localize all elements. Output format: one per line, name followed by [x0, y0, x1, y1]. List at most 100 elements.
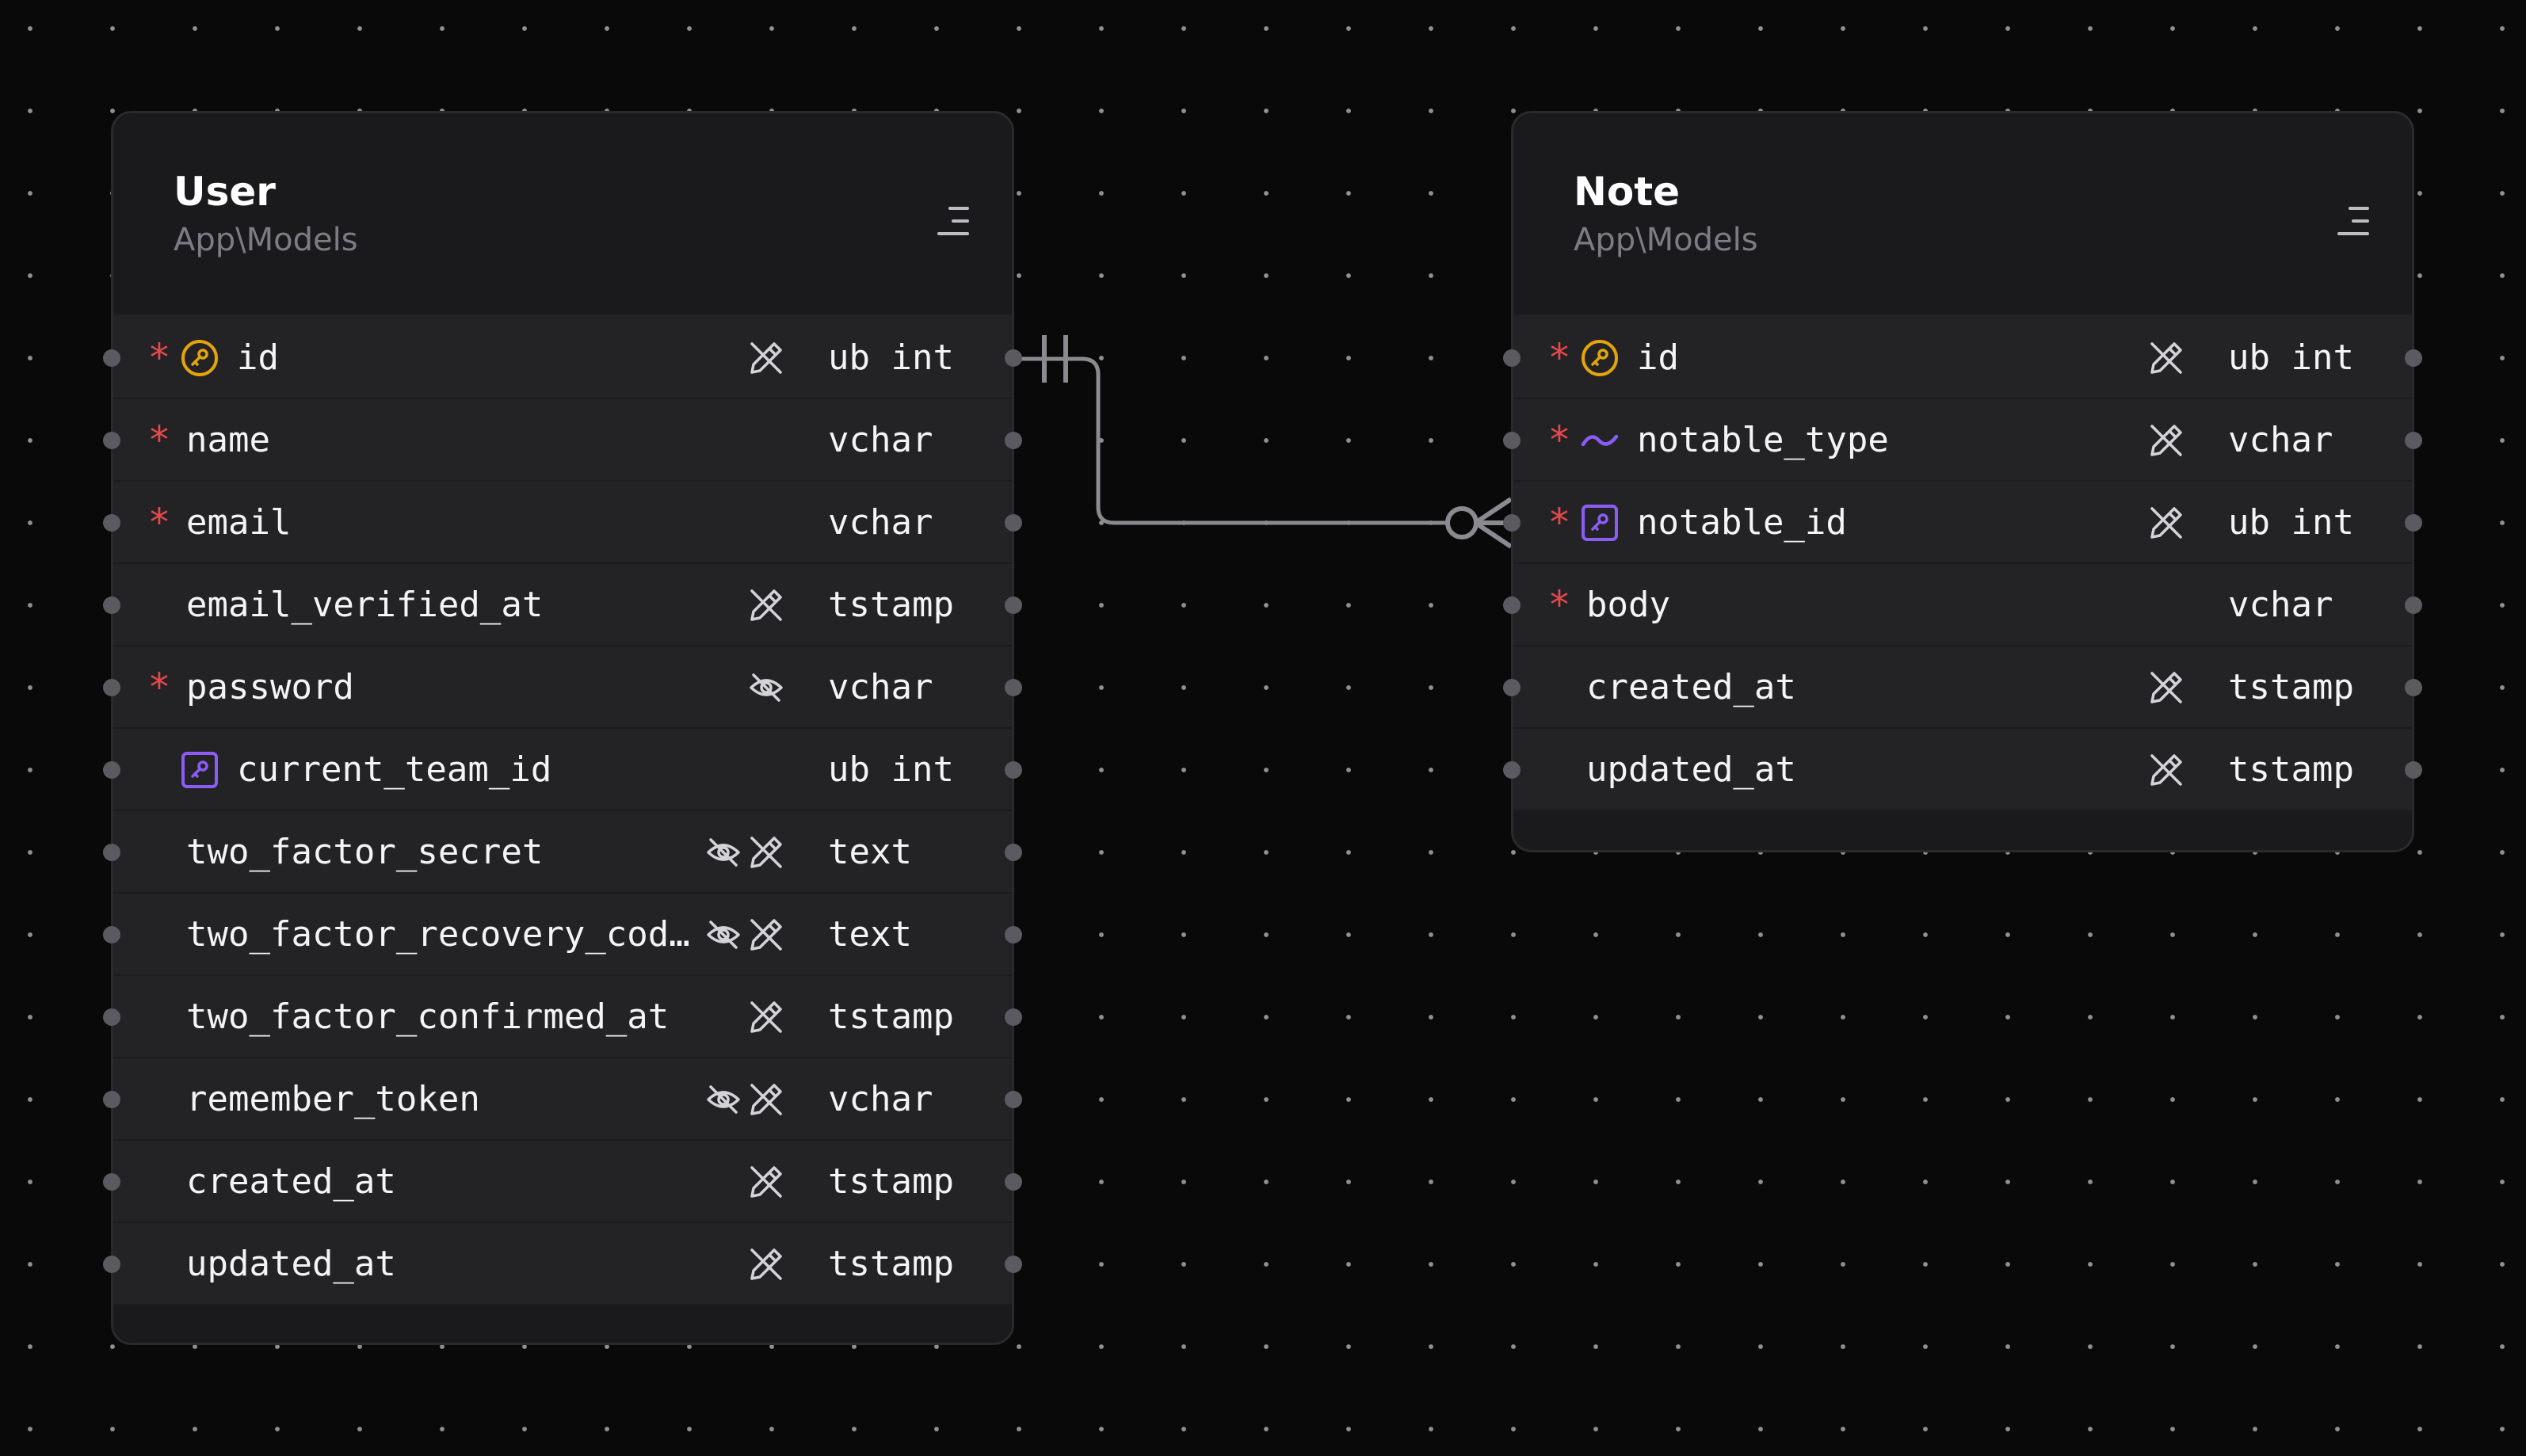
model-header[interactable]: User App\Models — [113, 113, 1012, 317]
field-flags — [747, 586, 785, 624]
connection-handle-right[interactable] — [1005, 432, 1022, 449]
field-name: name — [186, 420, 270, 460]
field-name: updated_at — [186, 1244, 396, 1284]
connection-handle-right[interactable] — [1005, 1256, 1022, 1273]
field-flags — [704, 1081, 785, 1119]
connection-handle-left[interactable] — [103, 844, 120, 861]
field-name: created_at — [186, 1161, 396, 1202]
field-type: tstamp — [828, 1161, 954, 1202]
connection-handle-left[interactable] — [1503, 761, 1521, 779]
field-flags — [2147, 421, 2185, 459]
connection-handle-left[interactable] — [103, 926, 120, 943]
connection-handle-left[interactable] — [103, 761, 120, 779]
field-flags — [2147, 669, 2185, 707]
pencil-off-icon — [747, 586, 785, 624]
connection-handle-right[interactable] — [2405, 761, 2422, 779]
model-namespace: App\Models — [174, 222, 358, 258]
field-row-password[interactable]: * password vchar — [103, 646, 1022, 729]
connection-handle-left[interactable] — [103, 514, 120, 532]
field-flags — [704, 916, 785, 954]
eye-off-icon — [704, 1081, 742, 1119]
model-name: Note — [1574, 169, 1681, 215]
field-name: body — [1586, 585, 1670, 625]
connection-handle-left[interactable] — [1503, 349, 1521, 367]
field-type: tstamp — [828, 997, 954, 1037]
connection-handle-left[interactable] — [103, 1008, 120, 1026]
field-row-created-at[interactable]: created_at tstamp — [103, 1141, 1022, 1223]
connection-handle-right[interactable] — [1005, 926, 1022, 943]
field-type: ub int — [2228, 502, 2354, 543]
field-name: updated_at — [1586, 749, 1796, 790]
field-type: ub int — [828, 749, 954, 790]
field-row-two-factor-confirmed-at[interactable]: two_factor_confirmed_at tstamp — [103, 976, 1022, 1058]
connection-handle-right[interactable] — [1005, 761, 1022, 779]
field-type: ub int — [2228, 337, 2354, 378]
connection-handle-right[interactable] — [1005, 679, 1022, 696]
connection-handle-left[interactable] — [1503, 432, 1521, 449]
field-flags — [747, 998, 785, 1036]
connection-handle-left[interactable] — [103, 1091, 120, 1108]
field-list: * id ub int * notable_type vchar * notable_id ub… — [1503, 317, 2422, 811]
pencil-off-icon — [747, 1081, 785, 1119]
connection-handle-right[interactable] — [1005, 597, 1022, 614]
connection-handle-left[interactable] — [103, 432, 120, 449]
field-name: password — [186, 667, 354, 707]
model-header[interactable]: Note App\Models — [1513, 113, 2412, 317]
key-square-icon — [180, 750, 219, 790]
connection-handle-left[interactable] — [103, 1256, 120, 1273]
field-row-updated-at[interactable]: updated_at tstamp — [1503, 729, 2422, 811]
diagram-canvas[interactable]: User App\Models * id ub int * name vchar * emai… — [0, 0, 2526, 1456]
eye-off-icon — [747, 669, 785, 707]
connection-handle-right[interactable] — [2405, 679, 2422, 696]
field-type: ub int — [828, 337, 954, 378]
connection-handle-right[interactable] — [2405, 349, 2422, 367]
zero-mark — [1445, 506, 1479, 539]
connection-handle-right[interactable] — [1005, 1091, 1022, 1108]
field-row-id[interactable]: * id ub int — [103, 317, 1022, 399]
connection-handle-right[interactable] — [2405, 432, 2422, 449]
model-card-note[interactable]: Note App\Models * id ub int * notable_type vc… — [1503, 111, 2422, 852]
field-row-remember-token[interactable]: remember_token vchar — [103, 1058, 1022, 1141]
field-name: remember_token — [186, 1079, 480, 1119]
key-circle-icon — [180, 338, 219, 378]
pencil-off-icon — [747, 1245, 785, 1283]
connection-handle-right[interactable] — [2405, 597, 2422, 614]
connection-handle-right[interactable] — [1005, 349, 1022, 367]
field-type: vchar — [2228, 585, 2333, 625]
eye-off-icon — [704, 833, 742, 871]
connection-handle-right[interactable] — [1005, 1008, 1022, 1026]
model-card-user[interactable]: User App\Models * id ub int * name vchar * emai… — [103, 111, 1022, 1345]
tilde-icon — [1580, 421, 1620, 460]
pencil-off-icon — [747, 998, 785, 1036]
field-type: text — [828, 832, 912, 872]
field-name: email_verified_at — [186, 585, 544, 625]
connection-handle-left[interactable] — [103, 679, 120, 696]
field-row-email[interactable]: * email vchar — [103, 482, 1022, 564]
connection-handle-right[interactable] — [2405, 514, 2422, 532]
field-row-current-team-id[interactable]: current_team_id ub int — [103, 729, 1022, 811]
field-row-id[interactable]: * id ub int — [1503, 317, 2422, 399]
field-row-two-factor-recovery-cod[interactable]: two_factor_recovery_cod… text — [103, 894, 1022, 976]
connection-handle-left[interactable] — [1503, 597, 1521, 614]
connection-handle-left[interactable] — [103, 349, 120, 367]
field-row-notable-id[interactable]: * notable_id ub int — [1503, 482, 2422, 564]
field-row-notable-type[interactable]: * notable_type vchar — [1503, 399, 2422, 482]
connection-handle-left[interactable] — [103, 1173, 120, 1191]
menu-icon[interactable] — [2333, 199, 2377, 243]
connection-handle-right[interactable] — [1005, 514, 1022, 532]
pencil-off-icon — [2147, 421, 2185, 459]
connection-handle-right[interactable] — [1005, 1173, 1022, 1191]
menu-icon[interactable] — [933, 199, 977, 243]
field-row-updated-at[interactable]: updated_at tstamp — [103, 1223, 1022, 1305]
required-asterisk-icon: * — [147, 501, 171, 545]
connection-handle-left[interactable] — [103, 597, 120, 614]
field-row-email-verified-at[interactable]: email_verified_at tstamp — [103, 564, 1022, 646]
connection-handle-right[interactable] — [1005, 844, 1022, 861]
model-namespace: App\Models — [1574, 222, 1758, 258]
field-row-two-factor-secret[interactable]: two_factor_secret text — [103, 811, 1022, 894]
field-row-name[interactable]: * name vchar — [103, 399, 1022, 482]
connection-handle-left[interactable] — [1503, 514, 1521, 532]
field-row-body[interactable]: * body vchar — [1503, 564, 2422, 646]
connection-handle-left[interactable] — [1503, 679, 1521, 696]
field-row-created-at[interactable]: created_at tstamp — [1503, 646, 2422, 729]
